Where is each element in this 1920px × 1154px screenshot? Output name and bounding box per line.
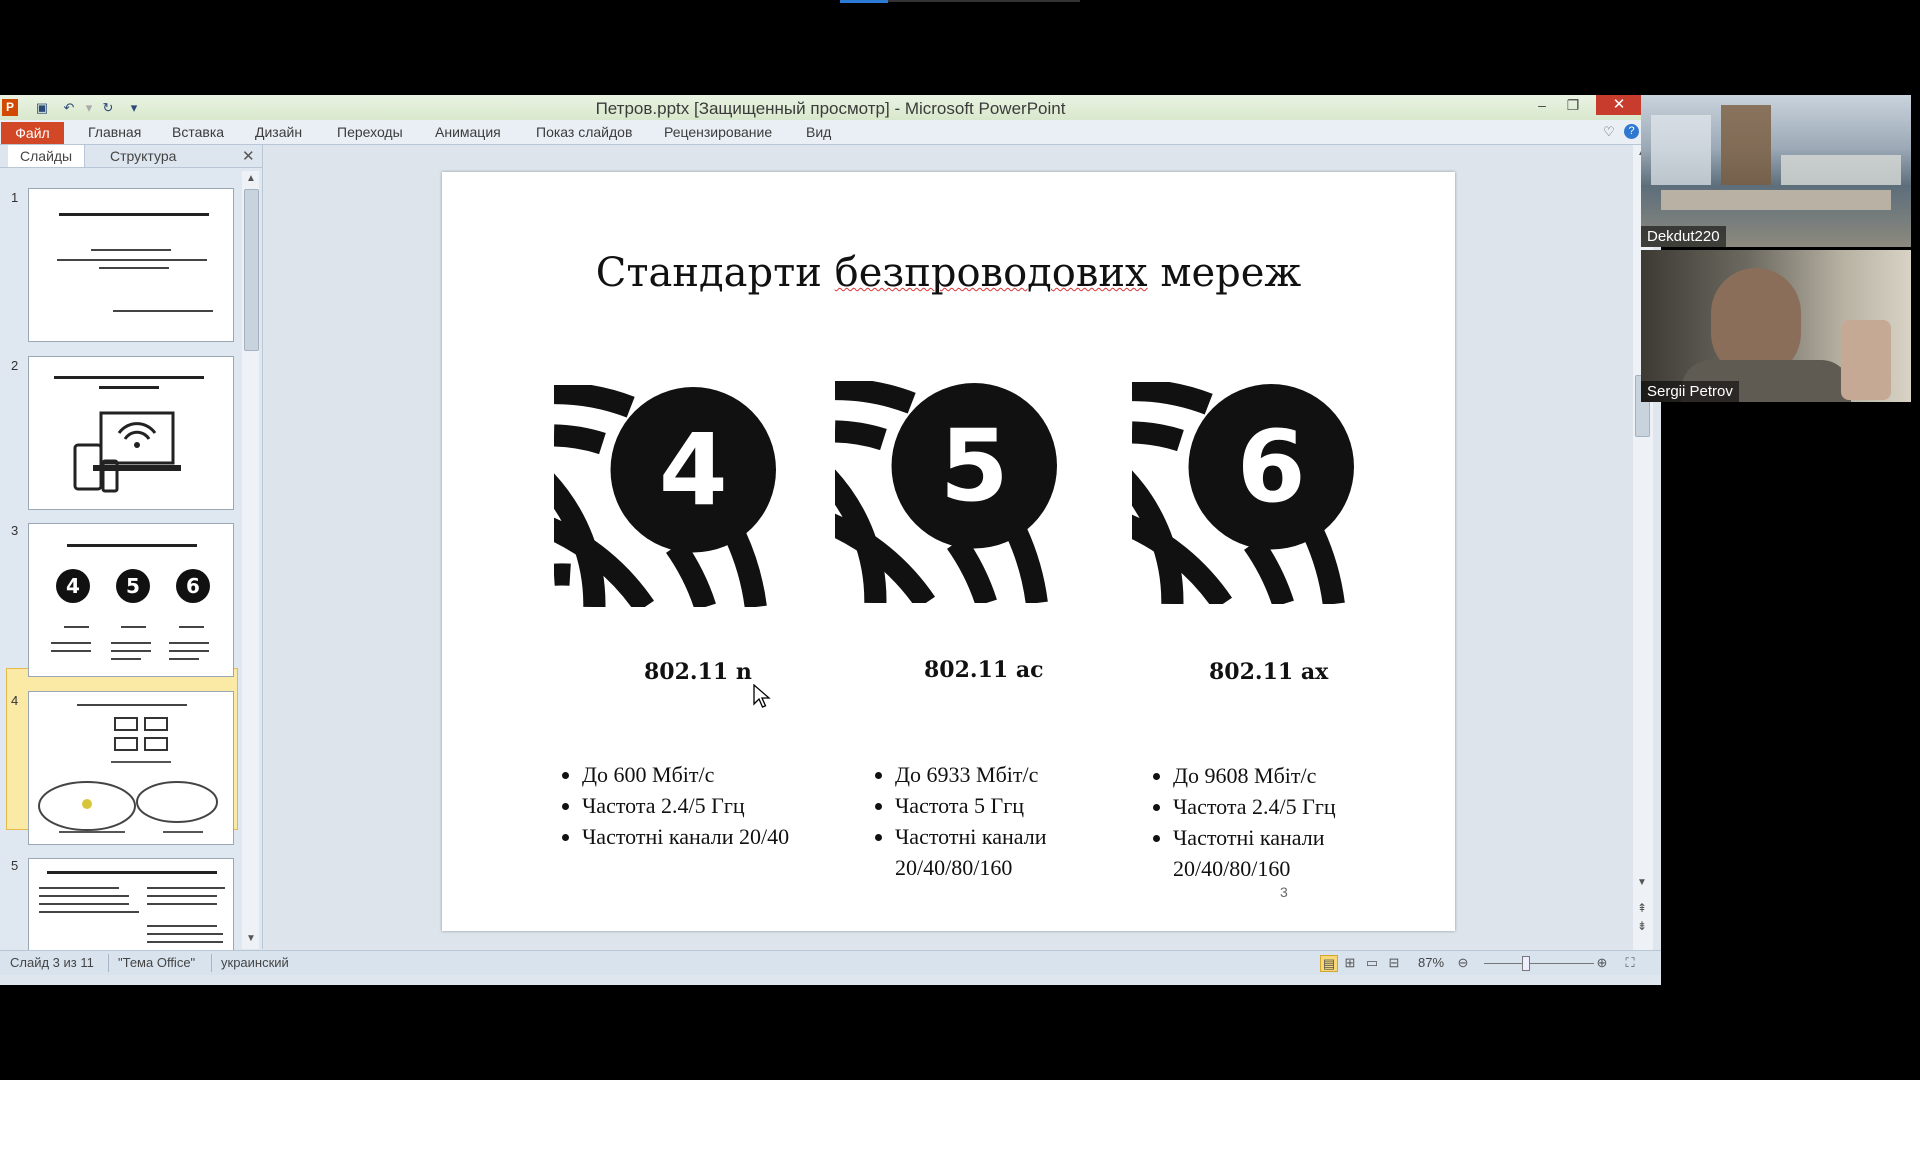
- svg-text:6: 6: [1237, 410, 1306, 525]
- standard-label-n: 802.11 n: [644, 659, 752, 685]
- slide-number: 4: [11, 693, 19, 708]
- bullet-list-n: До 600 Мбіт/с Частота 2.4/5 Ггц Частотні…: [552, 759, 842, 852]
- help-icon[interactable]: ?: [1624, 124, 1639, 139]
- tab-slideshow[interactable]: Показ слайдов: [536, 124, 632, 140]
- slide-number: 5: [11, 858, 19, 873]
- participant-video-2[interactable]: Sergii Petrov: [1641, 250, 1911, 402]
- network-topology-icon: [38, 717, 218, 833]
- bullet-item: Частота 5 Ггц: [895, 790, 1125, 821]
- slide-title: Стандарти безпроводових мереж: [442, 250, 1455, 296]
- slide-counter: Слайд 3 из 11: [10, 955, 94, 970]
- pane-tabs: Слайды Структура ✕: [0, 145, 262, 168]
- tab-design[interactable]: Дизайн: [255, 124, 302, 140]
- powerpoint-window: P ▣ ↶ ▾ ↻ ▾ Петров.pptx [Защищенный прос…: [0, 95, 1661, 985]
- wifi-4-icon: 4: [554, 385, 776, 607]
- zoom-level[interactable]: 87%: [1418, 955, 1444, 970]
- slide[interactable]: Стандарти безпроводових мереж 4 5 6 802.…: [442, 172, 1455, 931]
- participant-video-1[interactable]: Dekdut220: [1641, 95, 1911, 247]
- minimize-icon[interactable]: –: [1527, 95, 1557, 115]
- language-indicator[interactable]: украинский: [221, 955, 289, 970]
- svg-text:6: 6: [186, 574, 200, 598]
- participant-name: Dekdut220: [1641, 226, 1726, 247]
- bullet-item: Частота 2.4/5 Ггц: [582, 790, 842, 821]
- fit-to-window-icon[interactable]: ⛶: [1622, 955, 1638, 970]
- bottom-area: [0, 1080, 1920, 1154]
- slides-pane: Слайды Структура ✕ 1 2 3 4 5 6 4 5 ▲ ▼: [0, 145, 263, 950]
- slide-number: 3: [11, 523, 19, 538]
- ribbon-tabs: Файл Главная Вставка Дизайн Переходы Ани…: [0, 120, 1661, 145]
- tab-review[interactable]: Рецензирование: [664, 124, 772, 140]
- close-icon[interactable]: ✕: [1596, 95, 1642, 115]
- slide-sorter-icon[interactable]: ⊞: [1342, 955, 1358, 970]
- theme-name[interactable]: "Тема Office": [118, 955, 195, 970]
- slide-number: 1: [11, 190, 19, 205]
- standard-label-ax: 802.11 ax: [1209, 659, 1329, 685]
- slide-thumbnail-3[interactable]: 4 5 6: [28, 523, 234, 677]
- pane-close-icon[interactable]: ✕: [242, 147, 255, 165]
- scroll-down-icon[interactable]: ▼: [246, 933, 256, 944]
- slide-title-text: Стандарти безпроводових мереж: [595, 250, 1302, 296]
- zoom-out-icon[interactable]: ⊖: [1455, 955, 1471, 970]
- window-title: Петров.pptx [Защищенный просмотр] - Micr…: [595, 99, 1066, 118]
- tab-animation[interactable]: Анимация: [435, 124, 501, 140]
- tab-outline[interactable]: Структура: [98, 145, 188, 167]
- wifi-generations-icon: 4 5 6: [56, 569, 210, 603]
- tab-home[interactable]: Главная: [88, 124, 141, 140]
- zoom-in-icon[interactable]: ⊕: [1594, 955, 1610, 970]
- wifi-6-icon: 6: [1132, 382, 1354, 604]
- scrollbar-thumb[interactable]: [244, 189, 259, 351]
- zoom-slider[interactable]: [1484, 963, 1594, 964]
- bullet-item: До 6933 Мбіт/с: [895, 759, 1125, 790]
- standard-label-ac: 802.11 ac: [924, 657, 1044, 683]
- restore-icon[interactable]: ❐: [1558, 95, 1588, 115]
- wifi-5-icon: 5: [835, 381, 1057, 603]
- reading-view-icon[interactable]: ▭: [1364, 955, 1380, 970]
- title-bar: P ▣ ↶ ▾ ↻ ▾ Петров.pptx [Защищенный прос…: [0, 95, 1661, 121]
- svg-text:5: 5: [126, 574, 140, 598]
- tab-insert[interactable]: Вставка: [172, 124, 224, 140]
- bullet-list-ax: До 9608 Мбіт/с Частота 2.4/5 Ггц Частотн…: [1143, 760, 1403, 884]
- bullet-item: До 9608 Мбіт/с: [1173, 760, 1403, 791]
- svg-text:4: 4: [659, 413, 728, 528]
- slide-thumbnail-4[interactable]: [28, 691, 234, 845]
- screen-share-bar: [888, 0, 1080, 2]
- bullet-item: Частотні канали 20/40/80/160: [1173, 822, 1403, 884]
- scroll-up-icon[interactable]: ▲: [246, 173, 256, 184]
- previous-slide-icon[interactable]: ⇞: [1637, 901, 1647, 915]
- file-tab[interactable]: Файл: [1, 122, 64, 144]
- slide-page-number: 3: [1280, 884, 1288, 900]
- scroll-down-icon[interactable]: ▼: [1637, 877, 1647, 888]
- screen: P ▣ ↶ ▾ ↻ ▾ Петров.pptx [Защищенный прос…: [0, 0, 1920, 1080]
- bullet-item: Частота 2.4/5 Ггц: [1173, 791, 1403, 822]
- slideshow-view-icon[interactable]: ⊟: [1386, 955, 1402, 970]
- slide-thumbnail-1[interactable]: [28, 188, 234, 342]
- bullet-item: Частотні канали 20/40: [582, 821, 842, 852]
- svg-text:4: 4: [66, 574, 80, 598]
- devices-wifi-icon: [73, 411, 181, 493]
- bullet-list-ac: До 6933 Мбіт/с Частота 5 Ггц Частотні ка…: [865, 759, 1125, 883]
- slide-thumbnail-2[interactable]: [28, 356, 234, 510]
- slide-thumbnail-5[interactable]: [28, 858, 234, 950]
- tab-transitions[interactable]: Переходы: [337, 124, 403, 140]
- bullet-item: До 600 Мбіт/с: [582, 759, 842, 790]
- next-slide-icon[interactable]: ⇟: [1637, 919, 1647, 933]
- status-bar: Слайд 3 из 11 "Тема Office" украинский ▤…: [0, 950, 1661, 975]
- participant-name: Sergii Petrov: [1641, 381, 1739, 402]
- zoom-slider-handle[interactable]: [1522, 956, 1530, 971]
- tab-slides[interactable]: Слайды: [8, 145, 86, 167]
- svg-text:5: 5: [940, 409, 1009, 524]
- ribbon-minimize-icon[interactable]: ♡: [1603, 124, 1615, 140]
- bullet-item: Частотні канали 20/40/80/160: [895, 821, 1125, 883]
- slides-pane-scrollbar[interactable]: ▲ ▼: [242, 171, 259, 949]
- normal-view-icon[interactable]: ▤: [1320, 955, 1338, 972]
- slide-editing-area: Стандарти безпроводових мереж 4 5 6 802.…: [264, 145, 1639, 950]
- tab-view[interactable]: Вид: [806, 124, 831, 140]
- slide-number: 2: [11, 358, 19, 373]
- screen-share-indicator: [840, 0, 888, 3]
- mouse-cursor-icon: [753, 684, 771, 708]
